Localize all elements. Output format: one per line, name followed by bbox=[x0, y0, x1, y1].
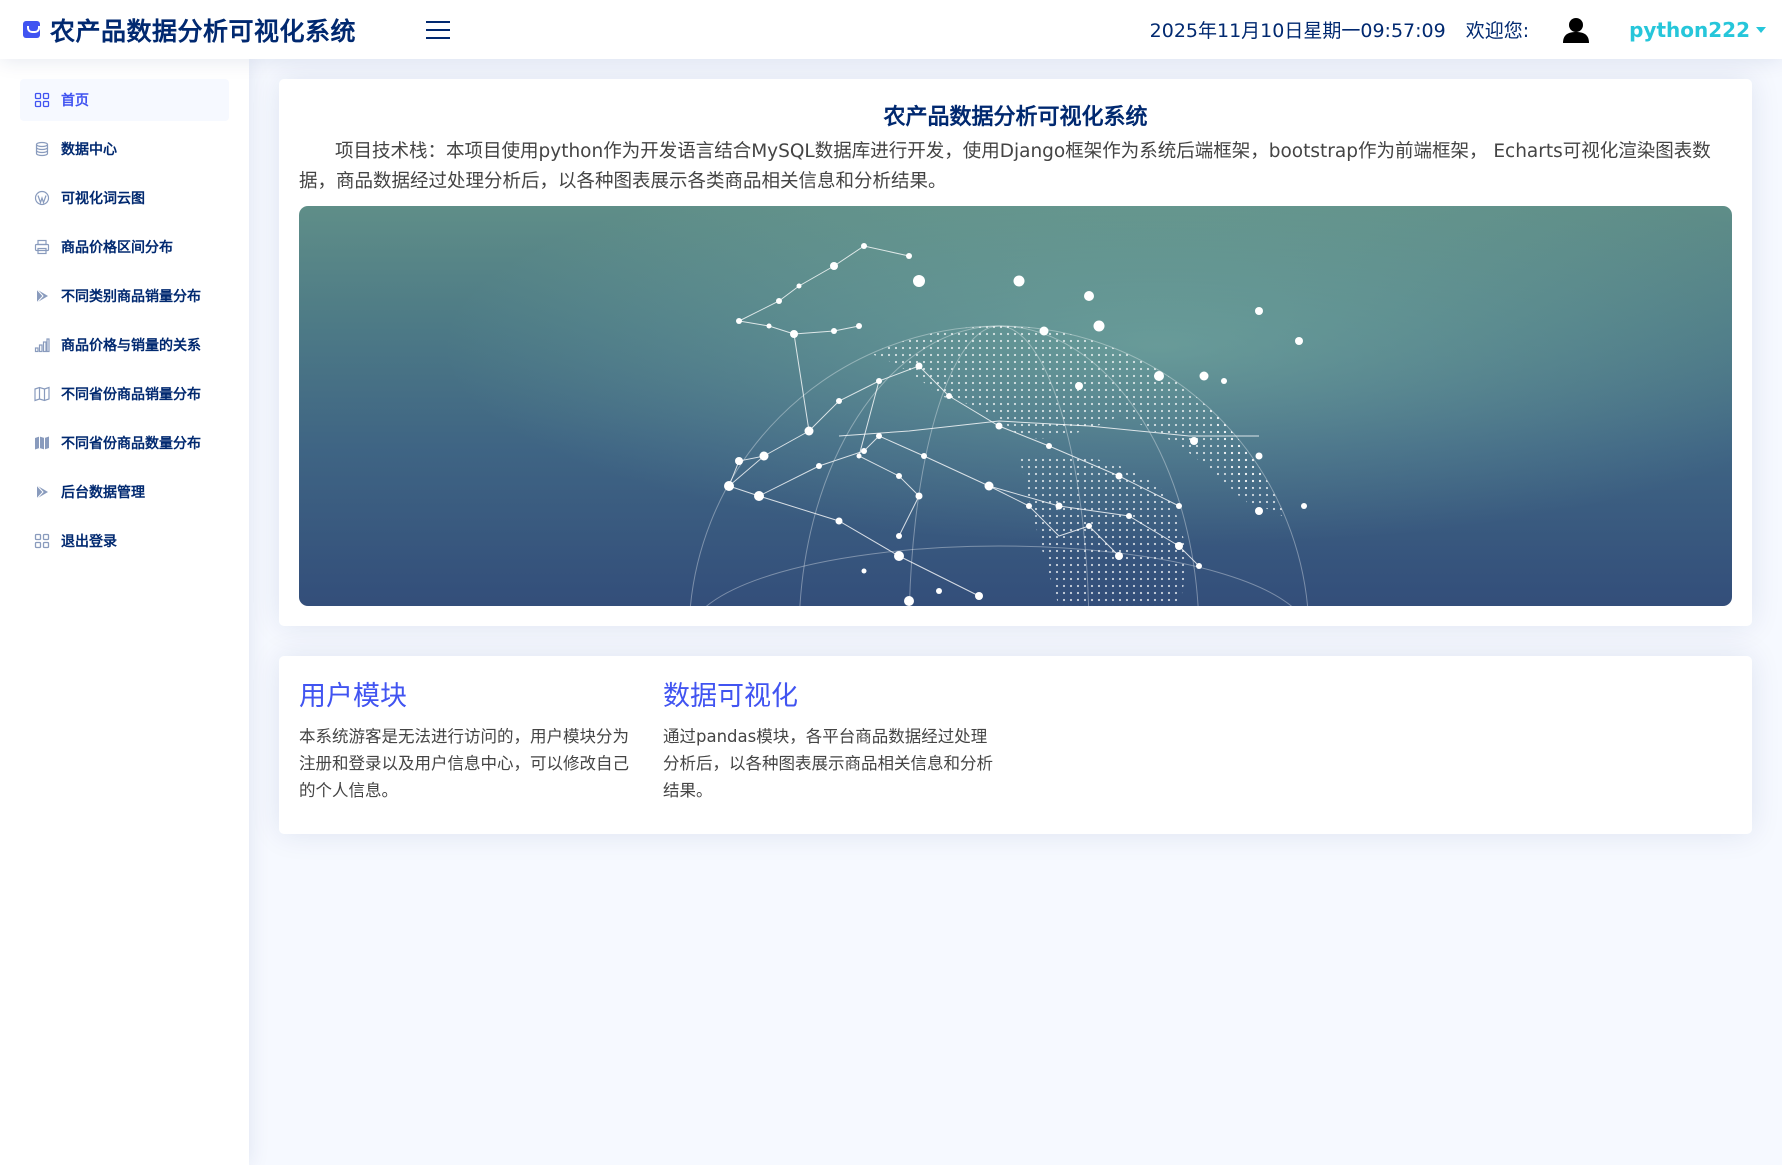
visualization-module-text: 通过pandas模块，各平台商品数据经过处理分析后，以各种图表展示商品相关信息和… bbox=[663, 727, 993, 800]
sidebar-item-label: 不同类别商品销量分布 bbox=[61, 289, 201, 305]
sidebar-item-wordcloud[interactable]: 可视化词云图 bbox=[20, 177, 229, 219]
user-module: 用户模块 本系统游客是无法进行访问的，用户模块分为注册和登录以及用户信息中心，可… bbox=[299, 674, 629, 804]
printer-icon bbox=[34, 239, 50, 255]
sidebar-item-data-center[interactable]: 数据中心 bbox=[20, 128, 229, 170]
welcome-label: 欢迎您: bbox=[1465, 20, 1530, 42]
sidebar-item-label: 数据中心 bbox=[61, 142, 117, 158]
sidebar-item-province-sales[interactable]: 不同省份商品销量分布 bbox=[20, 373, 229, 415]
sidebar-item-label: 首页 bbox=[61, 93, 89, 109]
sidebar-toggle-button[interactable] bbox=[426, 20, 451, 40]
page-title: 农产品数据分析可视化系统 bbox=[883, 105, 1148, 130]
sidebar-item-price-range[interactable]: 商品价格区间分布 bbox=[20, 226, 229, 268]
map-fill-icon bbox=[34, 435, 50, 451]
caret-down-icon bbox=[1756, 26, 1766, 33]
sidebar-item-label: 商品价格区间分布 bbox=[61, 240, 173, 256]
sidebar-item-label: 不同省份商品销量分布 bbox=[61, 387, 201, 403]
sidebar-item-home[interactable]: 首页 bbox=[20, 79, 229, 121]
clock-display: 2025年11月10日星期一09:57:09 bbox=[1149, 20, 1446, 42]
user-icon[interactable] bbox=[1561, 17, 1591, 43]
play-icon bbox=[34, 484, 50, 500]
sidebar-item-label: 商品价格与销量的关系 bbox=[61, 338, 201, 354]
database-icon bbox=[34, 141, 50, 157]
sidebar-item-province-count[interactable]: 不同省份商品数量分布 bbox=[20, 422, 229, 464]
user-module-title: 用户模块 bbox=[299, 681, 407, 712]
wordpress-icon bbox=[34, 190, 50, 206]
sidebar-item-label: 退出登录 bbox=[61, 534, 117, 550]
username-label: python222 bbox=[1629, 17, 1750, 42]
logo-text: 农产品数据分析可视化系统 bbox=[50, 16, 357, 46]
sidebar-item-admin[interactable]: 后台数据管理 bbox=[20, 471, 229, 513]
sidebar: 首页 数据中心 可视化词云图 商品价格区间分布 不同类别商品销量分布 商品价格与… bbox=[0, 59, 249, 1165]
sidebar-item-logout[interactable]: 退出登录 bbox=[20, 520, 229, 562]
menu-icon bbox=[426, 20, 451, 23]
header-right: 2025年11月10日星期一09:57:09 欢迎您: python222 bbox=[1150, 16, 1766, 43]
visualization-module-title: 数据可视化 bbox=[663, 681, 798, 712]
visualization-module: 数据可视化 通过pandas模块，各平台商品数据经过处理分析后，以各种图表展示商… bbox=[663, 674, 1003, 804]
project-description: 项目技术栈：本项目使用python作为开发语言结合MySQL数据库进行开发，使用… bbox=[299, 141, 1711, 192]
grid-icon bbox=[34, 92, 50, 108]
sidebar-item-label: 不同省份商品数量分布 bbox=[61, 436, 201, 452]
globe-illustration bbox=[299, 206, 1732, 606]
sidebar-item-category-sales[interactable]: 不同类别商品销量分布 bbox=[20, 275, 229, 317]
intro-card: 农产品数据分析可视化系统 项目技术栈：本项目使用python作为开发语言结合My… bbox=[279, 79, 1752, 626]
map-icon bbox=[34, 386, 50, 402]
sidebar-item-label: 后台数据管理 bbox=[61, 485, 145, 501]
bar-chart-icon bbox=[34, 337, 50, 353]
shopping-bag-icon bbox=[23, 21, 40, 38]
top-header: 农产品数据分析可视化系统 2025年11月10日星期一09:57:09 欢迎您:… bbox=[0, 0, 1782, 59]
user-module-text: 本系统游客是无法进行访问的，用户模块分为注册和登录以及用户信息中心，可以修改自己… bbox=[299, 727, 629, 800]
user-dropdown[interactable]: python222 bbox=[1629, 18, 1766, 42]
modules-card: 用户模块 本系统游客是无法进行访问的，用户模块分为注册和登录以及用户信息中心，可… bbox=[279, 656, 1752, 834]
play-icon bbox=[34, 288, 50, 304]
globe-banner-image bbox=[299, 206, 1732, 606]
logo[interactable]: 农产品数据分析可视化系统 bbox=[23, 12, 356, 48]
grid-icon bbox=[34, 533, 50, 549]
sidebar-item-label: 可视化词云图 bbox=[61, 191, 145, 207]
sidebar-item-price-vs-sales[interactable]: 商品价格与销量的关系 bbox=[20, 324, 229, 366]
